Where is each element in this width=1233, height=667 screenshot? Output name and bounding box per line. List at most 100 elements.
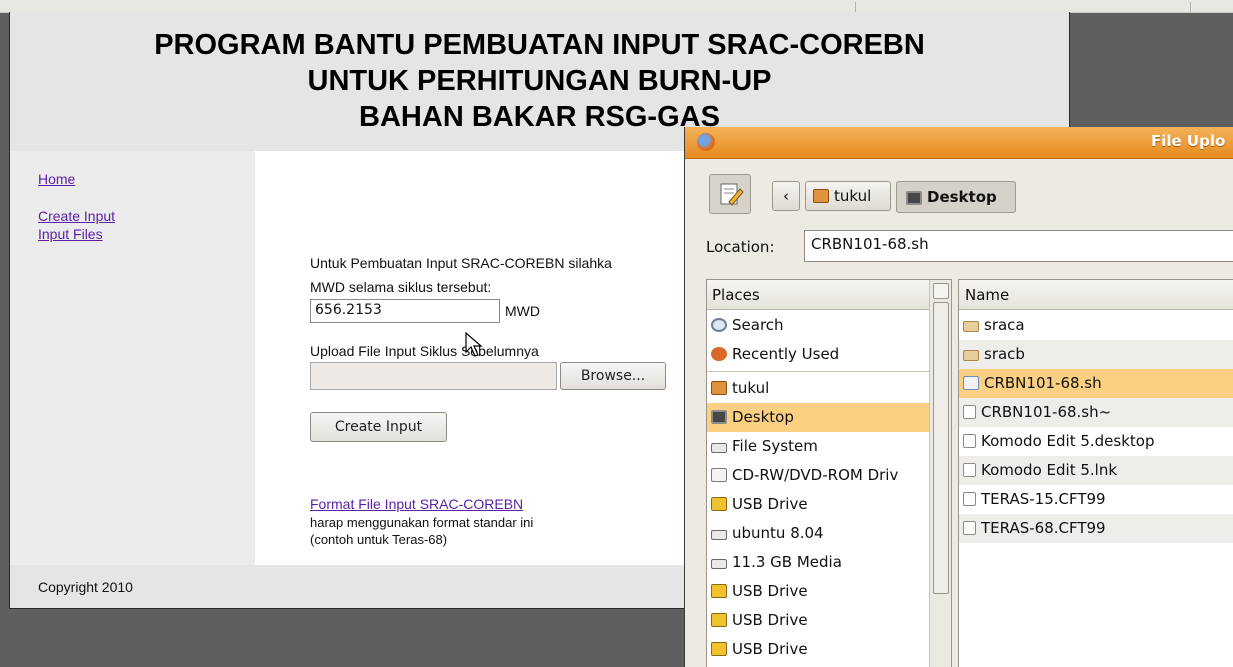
drive-icon (711, 443, 727, 453)
places-item-label: Desktop (732, 408, 794, 426)
places-item-tukul[interactable]: tukul (707, 374, 929, 403)
dialog-title: File Uplo (1151, 132, 1226, 150)
file-name: TERAS-68.CFT99 (981, 519, 1106, 537)
text-file-icon (963, 521, 976, 535)
file-row-komodo-desktop[interactable]: Komodo Edit 5.desktop (959, 427, 1233, 456)
usb-drive-icon (711, 584, 727, 598)
desktop-icon (711, 410, 727, 424)
file-row-sracb[interactable]: sracb (959, 340, 1233, 369)
file-name: CRBN101-68.sh~ (981, 403, 1112, 421)
name-column-header[interactable]: Name (959, 280, 1233, 310)
places-item-usb-drive[interactable]: USB Drive (707, 606, 929, 635)
places-item-label: USB Drive (732, 611, 808, 629)
file-row-teras-68[interactable]: TERAS-68.CFT99 (959, 514, 1233, 543)
browse-button[interactable]: Browse... (560, 362, 666, 390)
places-item-media[interactable]: 11.3 GB Media (707, 548, 929, 577)
places-item-ubuntu[interactable]: ubuntu 8.04 (707, 519, 929, 548)
file-name: Komodo Edit 5.desktop (981, 432, 1155, 450)
scrollbar-thumb[interactable] (933, 302, 949, 594)
places-item-search[interactable]: Search (707, 311, 929, 340)
location-label: Location: (706, 238, 775, 256)
places-column-header[interactable]: Places (707, 280, 929, 310)
places-item-label: CD-RW/DVD-ROM Driv (732, 466, 899, 484)
places-item-usb-drive[interactable]: USB Drive (707, 635, 929, 664)
scroll-up-arrow-icon[interactable] (933, 283, 949, 299)
folder-icon (963, 350, 979, 361)
usb-drive-icon (711, 497, 727, 511)
nav-link-home[interactable]: Home (38, 171, 75, 187)
drive-icon (711, 559, 727, 569)
usb-drive-icon (711, 613, 727, 627)
places-item-label: tukul (732, 379, 770, 397)
places-item-file-system[interactable]: File System (707, 432, 929, 461)
home-folder-icon (813, 189, 829, 203)
text-file-icon (963, 492, 976, 506)
format-file-link[interactable]: Format File Input SRAC-COREBN (310, 496, 523, 512)
places-item-label: USB Drive (732, 582, 808, 600)
format-note-line-1: harap menggunakan format standar ini (310, 515, 534, 530)
files-list: Name sraca sracb CRBN101-68.sh CRBN101-6… (958, 279, 1233, 667)
places-item-label: USB Drive (732, 640, 808, 658)
sidebar: Home Create Input Input Files (10, 151, 255, 565)
desktop-icon (906, 191, 922, 205)
breadcrumb-label: tukul (834, 187, 872, 205)
text-file-icon (963, 434, 976, 448)
format-note-line-2: (contoh untuk Teras-68) (310, 532, 448, 547)
places-item-label: Search (732, 316, 784, 334)
script-file-icon (963, 376, 979, 390)
nav-link-create-input[interactable]: Create Input (38, 208, 115, 224)
recently-used-icon (711, 347, 727, 361)
places-list: Places Search Recently Used tukul Deskto… (706, 279, 952, 667)
places-item-cd-dvd[interactable]: CD-RW/DVD-ROM Driv (707, 461, 929, 490)
text-file-icon (963, 463, 976, 477)
places-item-label: 11.3 GB Media (732, 553, 842, 571)
chevron-left-icon: ‹ (783, 187, 789, 205)
file-name: TERAS-15.CFT99 (981, 490, 1106, 508)
file-name: Komodo Edit 5.lnk (981, 461, 1118, 479)
dialog-titlebar[interactable]: File Uplo (685, 127, 1233, 159)
file-name: CRBN101-68.sh (984, 374, 1102, 392)
breadcrumb-desktop[interactable]: Desktop (896, 181, 1016, 213)
file-row-crbn101-68-sh[interactable]: CRBN101-68.sh (959, 369, 1233, 398)
file-name: sraca (984, 316, 1025, 334)
breadcrumb-label: Desktop (927, 188, 997, 206)
places-item-label: Recently Used (732, 345, 840, 363)
mouse-cursor-icon (465, 332, 483, 357)
file-upload-dialog: File Uplo ‹ tukul Desktop Location: CRBN… (684, 127, 1233, 667)
folder-icon (963, 321, 979, 332)
file-name: sracb (984, 345, 1025, 363)
places-item-recently-used[interactable]: Recently Used (707, 340, 929, 369)
places-scrollbar[interactable] (929, 280, 951, 667)
nav-link-input-files[interactable]: Input Files (38, 226, 103, 242)
page-title-line-1: PROGRAM BANTU PEMBUATAN INPUT SRAC-COREB… (154, 29, 925, 61)
file-row-komodo-lnk[interactable]: Komodo Edit 5.lnk (959, 456, 1233, 485)
mwd-input[interactable]: 656.2153 (310, 299, 500, 323)
location-input[interactable]: CRBN101-68.sh (804, 230, 1233, 262)
places-item-desktop[interactable]: Desktop (707, 403, 929, 432)
path-back-button[interactable]: ‹ (772, 181, 800, 211)
places-item-label: USB Drive (732, 495, 808, 513)
places-item-label: ubuntu 8.04 (732, 524, 824, 542)
upload-label: Upload File Input Siklus Sebelumnya (310, 343, 539, 359)
places-item-usb-drive[interactable]: USB Drive (707, 490, 929, 519)
file-row-sraca[interactable]: sraca (959, 311, 1233, 340)
mwd-unit: MWD (505, 303, 540, 319)
places-separator (707, 371, 929, 372)
edit-pencil-icon (720, 183, 744, 206)
breadcrumb-tukul[interactable]: tukul (805, 181, 891, 211)
file-row-crbn101-68-sh-backup[interactable]: CRBN101-68.sh~ (959, 398, 1233, 427)
page-title-line-2: UNTUK PERHITUNGAN BURN-UP (307, 65, 772, 97)
places-item-usb-drive[interactable]: USB Drive (707, 577, 929, 606)
home-folder-icon (711, 381, 727, 395)
file-row-teras-15[interactable]: TERAS-15.CFT99 (959, 485, 1233, 514)
usb-drive-icon (711, 642, 727, 656)
text-file-icon (963, 405, 976, 419)
type-location-button[interactable] (709, 174, 751, 214)
intro-text: Untuk Pembuatan Input SRAC-COREBN silahk… (310, 255, 612, 271)
places-item-label: File System (732, 437, 818, 455)
optical-drive-icon (711, 468, 727, 482)
firefox-icon (697, 133, 715, 151)
create-input-button[interactable]: Create Input (310, 412, 447, 442)
search-icon (711, 318, 727, 332)
upload-file-field[interactable] (310, 362, 557, 390)
